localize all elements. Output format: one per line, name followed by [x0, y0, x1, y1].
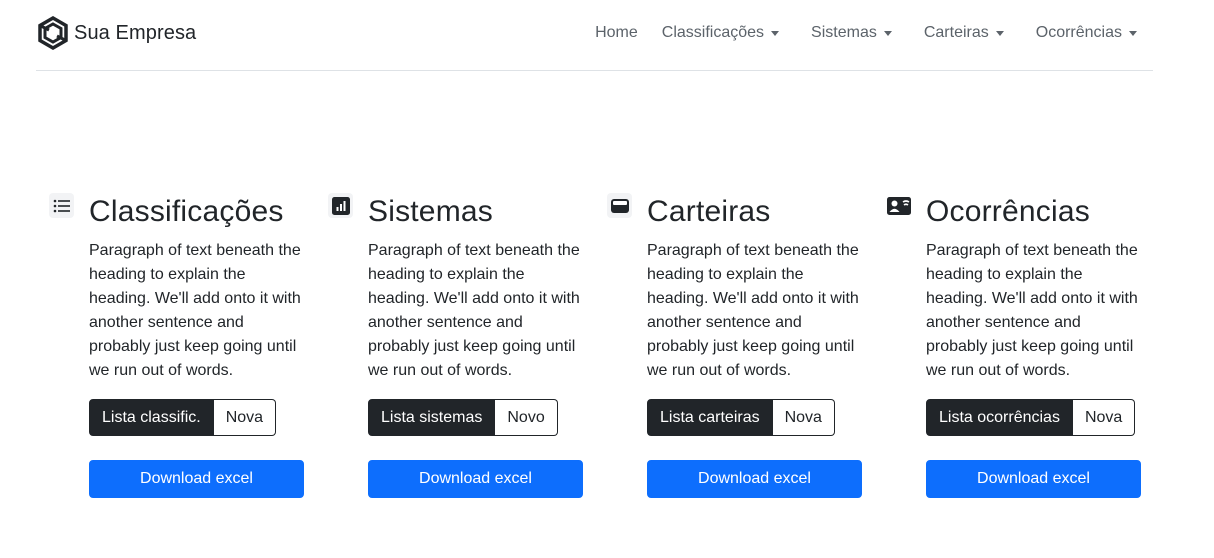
list-sistemas-button[interactable]: Lista sistemas: [368, 399, 496, 436]
new-carteira-button[interactable]: Nova: [772, 399, 835, 436]
navbar: Sua Empresa Home Classificações Sistemas…: [36, 0, 1153, 71]
bar-chart-icon: [328, 193, 353, 218]
brand-link[interactable]: Sua Empresa: [36, 15, 196, 51]
list-carteiras-button[interactable]: Lista carteiras: [647, 399, 773, 436]
nav-ocorrencias-dropdown[interactable]: Ocorrências: [1036, 20, 1137, 46]
feature-body: Ocorrências Paragraph of text beneath th…: [926, 193, 1146, 498]
download-excel-button[interactable]: Download excel: [89, 460, 304, 498]
feature-title: Classificações: [89, 195, 284, 228]
button-group: Lista sistemas Novo: [368, 399, 558, 436]
button-group: Lista ocorrências Nova: [926, 399, 1136, 436]
nav-carteiras-dropdown[interactable]: Carteiras: [924, 20, 1004, 46]
list-icon: [49, 193, 74, 218]
feature-description: Paragraph of text beneath the heading to…: [926, 242, 1138, 379]
feature-title: Carteiras: [647, 195, 771, 228]
feature-title: Sistemas: [368, 195, 493, 228]
caret-down-icon: [995, 30, 1004, 36]
feature-body: Sistemas Paragraph of text beneath the h…: [368, 193, 588, 498]
caret-down-icon: [1129, 30, 1137, 36]
nav-sistemas-dropdown[interactable]: Sistemas: [811, 20, 892, 46]
nav-carteiras-label: Carteiras: [923, 24, 989, 41]
nav-sistemas-label: Sistemas: [811, 24, 877, 41]
new-classificacao-button[interactable]: Nova: [213, 399, 277, 436]
nav-home[interactable]: Home: [595, 20, 638, 46]
wallet-icon: [607, 193, 632, 218]
feature-title: Ocorrências: [926, 195, 1090, 228]
list-classificacoes-button[interactable]: Lista classific.: [89, 399, 214, 436]
feature-description: Paragraph of text beneath the heading to…: [89, 242, 301, 379]
nav-classificacoes-dropdown[interactable]: Classificações: [661, 20, 780, 46]
feature-body: Carteiras Paragraph of text beneath the …: [647, 193, 867, 498]
list-ocorrencias-button[interactable]: Lista ocorrências: [926, 399, 1073, 436]
download-excel-button[interactable]: Download excel: [647, 460, 862, 498]
nav-ocorrencias-label: Ocorrências: [1035, 24, 1122, 41]
feature-description: Paragraph of text beneath the heading to…: [647, 242, 859, 379]
nav-classificacoes-label: Classificações: [661, 24, 765, 41]
hexagon-logo-icon: [38, 16, 68, 50]
person-card-icon: [886, 193, 911, 218]
feature-description: Paragraph of text beneath the heading to…: [368, 242, 580, 379]
new-ocorrencia-button[interactable]: Nova: [1072, 399, 1136, 436]
feature-body: Classificações Paragraph of text beneath…: [89, 193, 309, 498]
button-group: Lista carteiras Nova: [647, 399, 835, 436]
caret-down-icon: [883, 30, 892, 36]
main-nav: Home Classificações Sistemas Carteiras O…: [595, 20, 1153, 46]
new-sistema-button[interactable]: Novo: [495, 399, 558, 436]
nav-home-label: Home: [595, 24, 638, 41]
download-excel-button[interactable]: Download excel: [926, 460, 1141, 498]
button-group: Lista classific. Nova: [89, 399, 277, 436]
caret-down-icon: [771, 30, 780, 36]
brand-name: Sua Empresa: [74, 21, 197, 44]
download-excel-button[interactable]: Download excel: [368, 460, 583, 498]
